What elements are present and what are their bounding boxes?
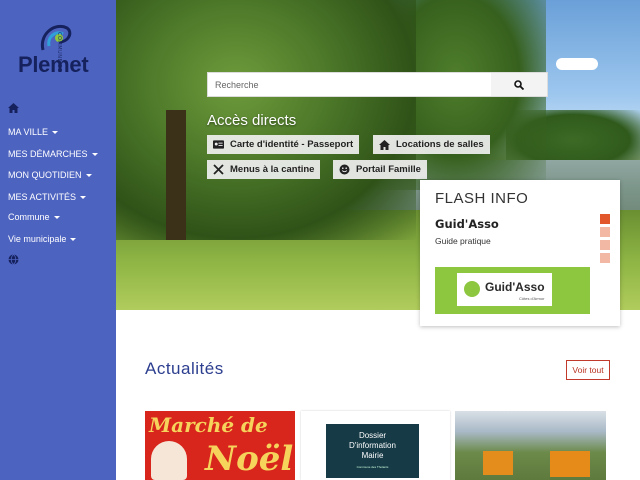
- quick-link-carte-identite[interactable]: Carte d'identité - Passeport: [207, 135, 360, 154]
- news-card-tractors[interactable]: [455, 411, 606, 480]
- sidebar-item-mes-demarches[interactable]: MES DÉMARCHES: [8, 149, 98, 159]
- chevron-down-icon: [85, 174, 92, 178]
- sidebar-item-language[interactable]: [8, 254, 19, 267]
- sidebar-item-vie-municipale[interactable]: Vie municipale: [8, 234, 77, 244]
- card-title-line1: Marché de: [149, 413, 268, 437]
- search-button[interactable]: [491, 73, 547, 96]
- dossier-line: Dossier: [358, 431, 387, 440]
- dossier-line: Mairie: [361, 451, 384, 460]
- cloud: [556, 58, 598, 70]
- pager-dot[interactable]: [600, 227, 610, 237]
- flash-info-title: FLASH INFO: [435, 190, 529, 207]
- quick-link-label: Menus à la cantine: [230, 164, 315, 175]
- card-title-line2: Noël: [205, 439, 294, 479]
- flash-item-description: Guide pratique: [435, 236, 491, 246]
- globe-icon: [8, 254, 19, 265]
- flash-item-title[interactable]: Guid'Asso: [435, 217, 499, 231]
- sidebar-item-label: MES ACTIVITÉS: [8, 192, 77, 202]
- pager-dot[interactable]: [600, 214, 610, 224]
- site-logo[interactable]: COMMUNE DE Plemet: [10, 20, 106, 80]
- pager-dot[interactable]: [600, 253, 610, 263]
- guid-asso-banner[interactable]: Guid'Asso Côtes d'Armor: [435, 267, 590, 314]
- dossier-cover: Dossier D'information Mairie Commune des…: [326, 424, 419, 478]
- quick-link-label: Carte d'identité - Passeport: [230, 139, 354, 150]
- flash-pager: [600, 214, 610, 266]
- smiley-icon: [339, 164, 350, 175]
- chevron-down-icon: [80, 196, 87, 200]
- dossier-line: D'information: [349, 441, 396, 450]
- quick-link-locations-salles[interactable]: Locations de salles: [373, 135, 490, 154]
- tree-trunk: [166, 110, 186, 240]
- voir-tout-button[interactable]: Voir tout: [566, 360, 610, 380]
- logo-name: Plemet: [18, 52, 89, 77]
- santa-image: [151, 441, 187, 480]
- guid-asso-logo: Guid'Asso Côtes d'Armor: [457, 273, 552, 306]
- sidebar-item-label: Commune: [8, 212, 50, 222]
- acces-directs-title: Accès directs: [207, 112, 297, 129]
- search-input[interactable]: [208, 73, 493, 96]
- tractor-image: [483, 451, 513, 475]
- chevron-down-icon: [91, 153, 98, 157]
- dossier-small-text: Commune des Tholants: [356, 465, 389, 469]
- news-card-dossier-information[interactable]: Dossier D'information Mairie Commune des…: [301, 411, 450, 480]
- flash-info-panel: FLASH INFO Guid'Asso Guide pratique Guid…: [420, 180, 620, 326]
- logo-swirl-icon: [40, 25, 72, 51]
- sidebar: COMMUNE DE Plemet MA VILLE MES DÉMARCHES…: [0, 0, 116, 480]
- sidebar-item-label: MON QUOTIDIEN: [8, 170, 82, 180]
- chevron-down-icon: [53, 216, 60, 220]
- quick-link-menus-cantine[interactable]: Menus à la cantine: [207, 160, 321, 179]
- utensils-icon: [213, 164, 224, 175]
- chevron-down-icon: [52, 131, 59, 135]
- tractor-image: [550, 451, 590, 477]
- sidebar-item-label: Vie municipale: [8, 234, 67, 244]
- home-icon: [8, 103, 19, 113]
- sidebar-item-commune[interactable]: Commune: [8, 212, 60, 222]
- home-icon: [379, 139, 390, 150]
- sidebar-item-mes-activites[interactable]: MES ACTIVITÉS: [8, 192, 87, 202]
- news-section-title: Actualités: [145, 359, 224, 378]
- search-icon: [514, 79, 524, 90]
- sidebar-item-home[interactable]: [8, 103, 19, 115]
- quick-link-portail-famille[interactable]: Portail Famille: [333, 160, 427, 179]
- news-card-marche-noel[interactable]: Marché de Noël: [145, 411, 295, 480]
- pager-dot[interactable]: [600, 240, 610, 250]
- guid-asso-logo-icon: [464, 281, 480, 297]
- banner-subtext: Côtes d'Armor: [519, 296, 545, 301]
- id-card-icon: [213, 139, 224, 150]
- sidebar-item-mon-quotidien[interactable]: MON QUOTIDIEN: [8, 170, 92, 180]
- sidebar-item-ma-ville[interactable]: MA VILLE: [8, 127, 59, 137]
- sidebar-item-label: MES DÉMARCHES: [8, 149, 88, 159]
- sidebar-item-label: MA VILLE: [8, 127, 49, 137]
- search-bar: [207, 72, 548, 97]
- banner-text: Guid'Asso: [485, 280, 545, 294]
- quick-link-label: Portail Famille: [356, 164, 421, 175]
- chevron-down-icon: [70, 238, 77, 242]
- quick-link-label: Locations de salles: [396, 139, 484, 150]
